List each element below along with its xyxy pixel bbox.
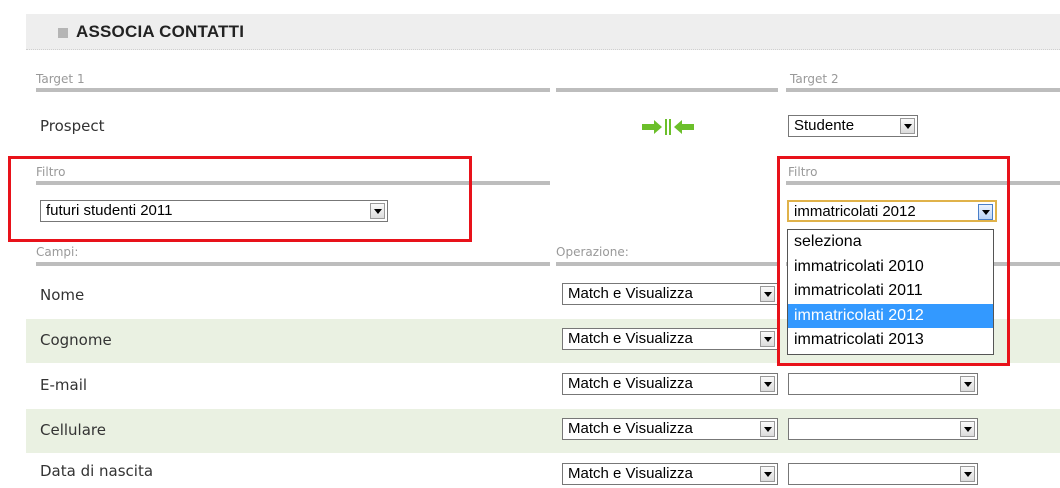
target2-select[interactable]: Studente bbox=[788, 115, 918, 137]
middle-divider bbox=[556, 88, 778, 92]
campi-divider bbox=[36, 262, 550, 266]
operazione-value: Match e Visualizza bbox=[568, 330, 693, 347]
chevron-down-icon[interactable] bbox=[760, 376, 775, 392]
merge-arrows-icon bbox=[642, 119, 694, 135]
operazione-select[interactable]: Match e Visualizza bbox=[562, 418, 778, 440]
operazione-select[interactable]: Match e Visualizza bbox=[562, 328, 778, 350]
section-header: ASSOCIA CONTATTI bbox=[26, 14, 1060, 50]
row-campo: Nome bbox=[40, 286, 85, 304]
chevron-down-icon[interactable] bbox=[900, 118, 915, 134]
col-campi-header: Campi: bbox=[36, 245, 79, 259]
chevron-down-icon[interactable] bbox=[960, 421, 975, 437]
operazione-value: Match e Visualizza bbox=[568, 375, 693, 392]
row-campo: E-mail bbox=[40, 376, 88, 394]
highlight-box-filtro1 bbox=[8, 156, 472, 242]
chevron-down-icon[interactable] bbox=[760, 421, 775, 437]
col-operazione-header: Operazione: bbox=[556, 245, 629, 259]
row-campo: Cognome bbox=[40, 331, 112, 349]
page-title: ASSOCIA CONTATTI bbox=[76, 22, 245, 41]
chevron-down-icon[interactable] bbox=[760, 331, 775, 347]
operazione-value: Match e Visualizza bbox=[568, 420, 693, 437]
chevron-down-icon[interactable] bbox=[960, 466, 975, 482]
row-campo: Cellulare bbox=[40, 421, 106, 439]
operazione-select[interactable]: Match e Visualizza bbox=[562, 283, 778, 305]
target2-divider bbox=[786, 88, 1060, 92]
operazione-select[interactable]: Match e Visualizza bbox=[562, 373, 778, 395]
row-campo: Data di nascita bbox=[40, 462, 154, 480]
chevron-down-icon[interactable] bbox=[760, 286, 775, 302]
target1-label: Target 1 bbox=[36, 72, 85, 86]
target2-label: Target 2 bbox=[790, 72, 839, 86]
campo2-select[interactable] bbox=[788, 418, 978, 440]
target1-divider bbox=[36, 88, 550, 92]
chevron-down-icon[interactable] bbox=[960, 376, 975, 392]
operazione-select[interactable]: Match e Visualizza bbox=[562, 463, 778, 485]
target1-value: Prospect bbox=[40, 117, 105, 135]
chevron-down-icon[interactable] bbox=[760, 466, 775, 482]
operazione-value: Match e Visualizza bbox=[568, 285, 693, 302]
campo2-select[interactable] bbox=[788, 463, 978, 485]
campo2-select[interactable] bbox=[788, 373, 978, 395]
target2-select-value: Studente bbox=[794, 117, 855, 134]
operazione-divider bbox=[556, 262, 778, 266]
header-square-icon bbox=[58, 28, 68, 38]
operazione-value: Match e Visualizza bbox=[568, 465, 693, 482]
highlight-box-filtro2 bbox=[777, 156, 1010, 366]
